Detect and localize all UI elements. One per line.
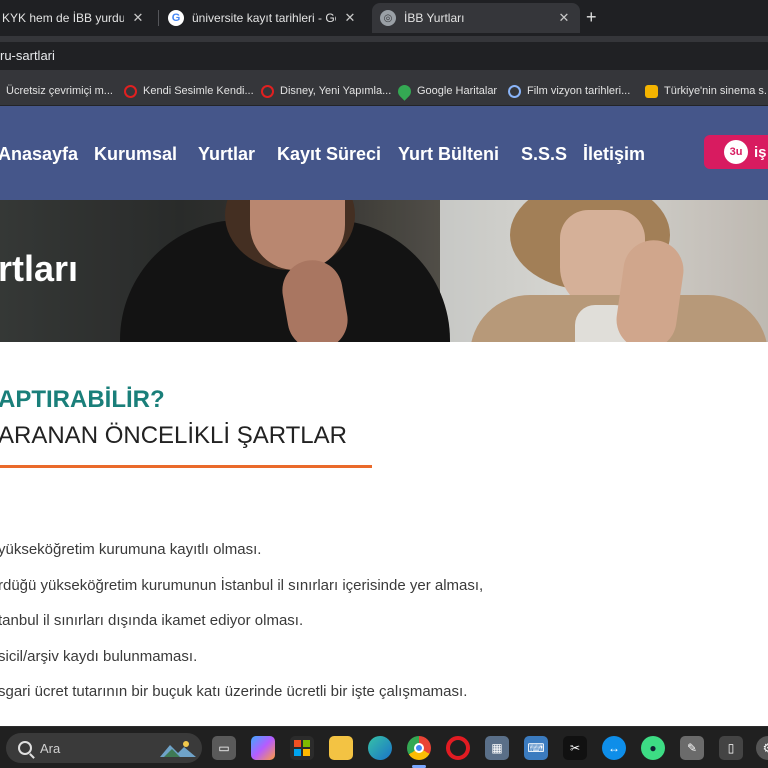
address-bar-area: ru-sartlari [0,36,768,76]
usb-drive-icon[interactable]: ▯ [719,736,743,760]
requirement-item: yükseköğretim kurumuna kayıtlı olması. [0,541,262,558]
capcut-icon[interactable]: ✂ [563,736,587,760]
bookmark-label: Google Haritalar [417,85,498,97]
bookmark-label: Disney, Yeni Yapımla... [280,85,392,97]
opera-icon [261,84,274,98]
bookmark-item[interactable]: Ücretsiz çevrimiçi m... [6,82,113,100]
site-navbar: Anasayfa Kurumsal Yurtlar Kayıt Süreci Y… [0,106,768,200]
bookmark-item[interactable]: Film vizyon tarihleri... [508,82,630,100]
nav-item-yurt-bulteni[interactable]: Yurt Bülteni [398,143,499,165]
task-view-icon[interactable]: ▭ [212,736,236,760]
requirement-item: rdüğü yükseköğretim kurumunun İstanbul i… [0,577,484,594]
tab-separator [158,10,159,26]
section-heading: ARANAN ÖNCELİKLİ ŞARTLAR [0,422,347,449]
bookmark-item[interactable]: Kendi Sesimle Kendi... [124,82,254,100]
file-explorer-icon[interactable] [329,736,353,760]
bookmark-label: Film vizyon tarihleri... [527,85,631,97]
new-tab-button[interactable]: + [586,8,597,26]
bookmark-label: Türkiye'nin sinema s... [664,85,768,97]
tab-title: üniversite kayıt tarihleri - Google Ara [192,11,336,25]
hero-banner: rtları [0,200,768,342]
play-circle-icon [508,84,521,98]
teamviewer-icon[interactable]: ↔ [602,736,626,760]
brand-logo-icon: 3u [724,140,748,164]
taskbar-search[interactable]: Ara [6,733,202,763]
landscape-icon [160,741,196,757]
nav-item-kurumsal[interactable]: Kurumsal [94,143,177,165]
snipping-tool-icon[interactable]: ✎ [680,736,704,760]
chrome-icon[interactable] [407,736,431,760]
close-icon[interactable]: ✕ [342,10,358,26]
nav-item-yurtlar[interactable]: Yurtlar [198,143,255,165]
tab-google-search[interactable]: G üniversite kayıt tarihleri - Google Ar… [160,3,366,33]
tab-kyk-ibb[interactable]: KYK hem de İBB yurdu başvurusu ✕ [0,3,154,33]
requirement-item: sgari ücret tutarının bir buçuk katı üze… [0,683,468,700]
search-icon [18,741,32,755]
tab-title: KYK hem de İBB yurdu başvurusu [2,11,124,25]
nav-item-kayit-sureci[interactable]: Kayıt Süreci [277,143,381,165]
requirement-item: sicil/arşiv kaydı bulunmaması. [0,648,198,665]
maps-pin-icon [395,81,414,101]
requirement-item: tanbul il sınırları dışında ikamet ediyo… [0,612,304,629]
bookmark-item[interactable]: Türkiye'nin sinema s... [645,82,768,100]
opera-icon [124,84,137,98]
bookmark-label: Kendi Sesimle Kendi... [143,85,254,97]
bookmark-label: Ücretsiz çevrimiçi m... [6,85,113,97]
calculator-icon[interactable]: ▦ [485,736,509,760]
copilot-icon[interactable] [251,736,275,760]
heading-underline [0,465,372,468]
edge-icon[interactable] [368,736,392,760]
tab-title: İBB Yurtları [404,11,465,25]
browser-tab-strip: KYK hem de İBB yurdu başvurusu ✕ G ünive… [0,0,768,36]
nav-button-label: iş [754,143,767,161]
bookmark-item[interactable]: Google Haritalar [395,81,498,101]
settings-icon[interactable]: ⚙ [756,736,768,760]
taskbar: Ara ▭ ▦ ⌨ ✂ ↔ ● ✎ ▯ ⚙ [0,726,768,768]
hero-title: rtları [0,248,79,289]
address-input[interactable]: ru-sartlari [0,42,768,70]
globe-icon: ◎ [380,10,396,26]
nav-item-iletisim[interactable]: İletişim [583,143,645,165]
tab-ibb-yurtlari[interactable]: ◎ İBB Yurtları ✕ [372,3,580,33]
section-question: APTIRABİLİR? [0,386,165,413]
close-icon[interactable]: ✕ [130,10,146,26]
android-app-icon[interactable]: ● [641,736,665,760]
bookmarks-bar: Ücretsiz çevrimiçi m... Kendi Sesimle Ke… [0,76,768,106]
bookmark-item[interactable]: Disney, Yeni Yapımla... [261,82,391,100]
store-icon[interactable] [290,736,314,760]
popcorn-icon [645,84,658,98]
opera-icon[interactable] [446,736,470,760]
search-placeholder: Ara [40,740,61,756]
keyboard-app-icon[interactable]: ⌨ [524,736,548,760]
nav-item-sss[interactable]: S.S.S [521,143,567,165]
nav-item-anasayfa[interactable]: Anasayfa [0,143,78,165]
hero-shade [0,200,768,342]
online-services-button[interactable]: 3u iş [704,135,768,169]
google-icon: G [168,10,184,26]
close-icon[interactable]: ✕ [556,10,572,26]
